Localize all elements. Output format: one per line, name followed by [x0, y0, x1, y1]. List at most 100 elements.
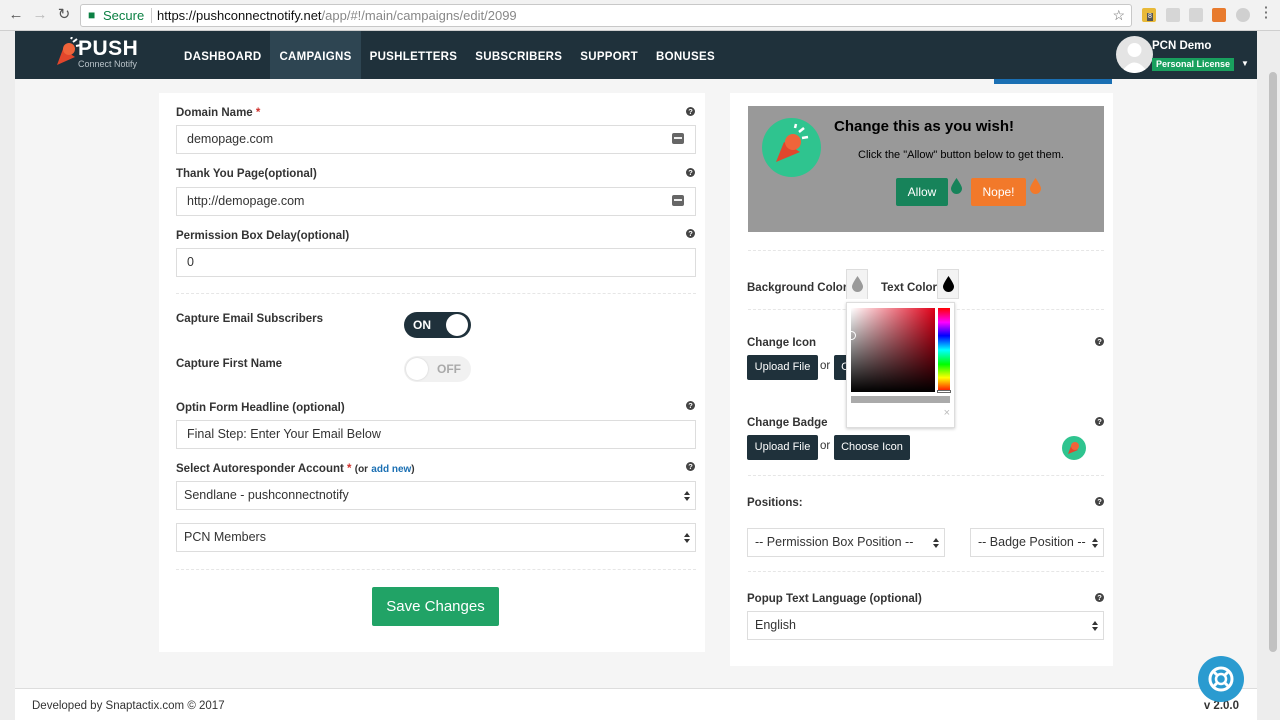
help-lifebuoy-icon[interactable]	[1198, 656, 1244, 702]
lock-icon: ■	[88, 8, 96, 22]
browser-toolbar: ← → ↻ ■ Secure https://pushconnectnotify…	[0, 0, 1280, 31]
autoresponder-value: Sendlane - pushconnectnotify	[184, 488, 349, 502]
logo-subtitle: Connect Notify	[78, 59, 138, 69]
upload-badge-button[interactable]: Upload File	[747, 435, 818, 460]
nav-campaigns[interactable]: CAMPAIGNS	[270, 31, 361, 79]
toggle-state: OFF	[437, 362, 461, 376]
license-badge[interactable]: Personal License	[1152, 58, 1235, 71]
language-select[interactable]: English	[747, 611, 1104, 640]
or-label: or	[820, 360, 831, 372]
required-mark: *	[255, 107, 261, 119]
main-menu: DASHBOARD CAMPAIGNS PUSHLETTERS SUBSCRIB…	[175, 31, 724, 79]
address-bar[interactable]: ■ Secure https://pushconnectnotify.net/a…	[80, 4, 1132, 27]
reload-icon[interactable]: ↻	[55, 6, 73, 24]
forward-icon[interactable]: →	[31, 6, 49, 24]
allow-color-drop-icon[interactable]	[951, 178, 962, 194]
change-badge-label: Change Badge	[747, 417, 828, 429]
help-icon[interactable]: ?	[1095, 337, 1104, 346]
nav-dashboard[interactable]: DASHBOARD	[175, 31, 270, 79]
nav-bonuses[interactable]: BONUSES	[647, 31, 724, 79]
input-options-icon[interactable]	[672, 195, 684, 206]
extension-globe-icon[interactable]	[1236, 8, 1250, 22]
secure-label: Secure	[103, 8, 145, 23]
help-icon[interactable]: ?	[686, 168, 695, 177]
help-icon[interactable]: ?	[1095, 417, 1104, 426]
delay-input[interactable]: 0	[176, 248, 696, 277]
capture-name-toggle[interactable]: OFF	[404, 356, 471, 382]
alpha-slider[interactable]	[851, 396, 950, 403]
browser-menu-icon[interactable]: ⋮	[1257, 4, 1275, 22]
lifebuoy-glyph	[1208, 666, 1234, 692]
extension-folder-icon[interactable]: 8	[1142, 8, 1156, 22]
app-area: PUSH Connect Notify DASHBOARD CAMPAIGNS …	[15, 31, 1257, 720]
help-icon[interactable]: ?	[1095, 593, 1104, 602]
domain-value: demopage.com	[187, 132, 274, 146]
thankyou-label: Thank You Page(optional)	[176, 168, 317, 180]
add-new-link[interactable]: add new	[371, 464, 411, 475]
toggle-knob	[406, 358, 428, 380]
permission-position-select[interactable]: -- Permission Box Position --	[747, 528, 945, 557]
help-icon[interactable]: ?	[686, 229, 695, 238]
nav-pushletters[interactable]: PUSHLETTERS	[361, 31, 467, 79]
capture-email-toggle[interactable]: ON	[404, 312, 471, 338]
badge-position-value: -- Badge Position --	[978, 535, 1086, 549]
close-paren: )	[411, 464, 415, 475]
url-text: https://pushconnectnotify.net/app/#!/mai…	[157, 5, 517, 26]
headline-input[interactable]: Final Step: Enter Your Email Below	[176, 420, 696, 449]
badge-position-select[interactable]: -- Badge Position --	[970, 528, 1104, 557]
select-arrows-icon	[933, 538, 939, 548]
list-select[interactable]: PCN Members	[176, 523, 696, 552]
autoresponder-select[interactable]: Sendlane - pushconnectnotify	[176, 481, 696, 510]
save-changes-button[interactable]: Save Changes	[372, 587, 499, 626]
user-caret-icon[interactable]: ▼	[1241, 58, 1249, 69]
help-icon[interactable]: ?	[686, 462, 695, 471]
logo-title[interactable]: PUSH	[78, 38, 138, 60]
bookmark-star-icon[interactable]: ☆	[1112, 5, 1125, 26]
preview-text: Click the "Allow" button below to get th…	[858, 149, 1064, 161]
picker-close-icon[interactable]: ×	[944, 407, 950, 419]
domain-input[interactable]: demopage.com	[176, 125, 696, 154]
page-scrollbar[interactable]	[1269, 72, 1277, 652]
select-arrows-icon	[684, 491, 690, 501]
required-mark: *	[347, 463, 352, 475]
divider	[176, 569, 696, 570]
picker-cursor[interactable]	[847, 331, 856, 340]
text-color-swatch[interactable]	[937, 269, 959, 299]
footer-credit: Developed by Snaptactix.com © 2017	[32, 700, 225, 712]
color-picker-popup[interactable]: ×	[846, 302, 955, 428]
nope-button[interactable]: Nope!	[971, 178, 1026, 206]
upload-icon-button[interactable]: Upload File	[747, 355, 818, 380]
nav-subscribers[interactable]: SUBSCRIBERS	[466, 31, 571, 79]
help-icon[interactable]: ?	[686, 401, 695, 410]
thankyou-input[interactable]: http://demopage.com	[176, 187, 696, 216]
allow-button[interactable]: Allow	[896, 178, 948, 206]
user-name[interactable]: PCN Demo	[1152, 40, 1211, 52]
preview-title: Change this as you wish!	[834, 118, 1015, 135]
hue-slider[interactable]	[938, 308, 950, 392]
autoresponder-label-text: Select Autoresponder Account	[176, 463, 344, 475]
saturation-area[interactable]	[851, 308, 935, 392]
extension-chart-icon[interactable]	[1212, 8, 1226, 22]
domain-label: Domain Name *	[176, 107, 260, 119]
hue-handle[interactable]	[937, 390, 951, 393]
choose-badge-button[interactable]: Choose Icon	[834, 435, 910, 460]
change-icon-label: Change Icon	[747, 337, 817, 349]
extension-camera-icon[interactable]	[1189, 8, 1203, 22]
domain-label-text: Domain Name	[176, 107, 253, 119]
nope-color-drop-icon[interactable]	[1030, 178, 1041, 194]
avatar[interactable]	[1116, 36, 1153, 73]
nav-support[interactable]: SUPPORT	[571, 31, 647, 79]
top-action-button[interactable]	[994, 79, 1112, 84]
or-label: or	[820, 440, 831, 452]
bg-color-swatch[interactable]	[846, 269, 868, 299]
input-options-icon[interactable]	[672, 133, 684, 144]
help-icon[interactable]: ?	[686, 107, 695, 116]
thankyou-value: http://demopage.com	[187, 194, 305, 208]
back-icon[interactable]: ←	[7, 6, 25, 24]
bg-color-label: Background Color	[747, 282, 848, 294]
list-value: PCN Members	[184, 530, 266, 544]
capture-email-label: Capture Email Subscribers	[176, 313, 323, 325]
url-path: /app/#!/main/campaigns/edit/2099	[321, 8, 517, 23]
help-icon[interactable]: ?	[1095, 497, 1104, 506]
extension-play-icon[interactable]	[1166, 8, 1180, 22]
